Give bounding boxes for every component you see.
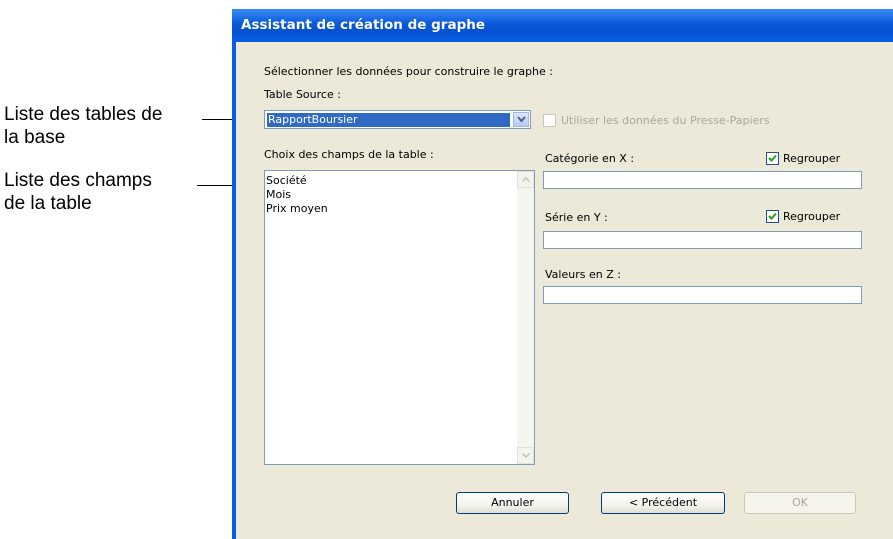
instruction-text: Sélectionner les données pour construire…	[264, 65, 554, 78]
category-x-label: Catégorie en X :	[545, 152, 635, 165]
list-item[interactable]: Société	[266, 174, 307, 188]
series-y-field[interactable]	[543, 231, 862, 249]
annotation-fields-line1: Liste des champs	[4, 170, 152, 191]
category-group-checkbox[interactable]	[766, 152, 779, 165]
window-frame-left	[232, 42, 236, 539]
ok-button[interactable]: OK	[744, 492, 856, 514]
fields-scrollbar[interactable]	[517, 171, 534, 464]
table-source-combo[interactable]: RapportBoursier	[264, 110, 531, 129]
title-bar[interactable]: Assistant de création de graphe	[232, 9, 893, 42]
values-z-field[interactable]	[543, 286, 862, 304]
category-x-field[interactable]	[543, 171, 862, 189]
annotation-tables: Liste des tables de la base	[4, 103, 162, 149]
series-group-checkbox[interactable]	[766, 210, 779, 223]
clipboard-label: Utiliser les données du Presse-Papiers	[561, 114, 770, 127]
annotation-fields-line2: de la table	[4, 193, 92, 214]
category-group-label: Regrouper	[783, 152, 841, 165]
annotation-tables-line2: la base	[4, 127, 66, 148]
scroll-down-button[interactable]	[517, 447, 534, 464]
scroll-up-button[interactable]	[517, 171, 534, 188]
clipboard-checkbox[interactable]	[543, 114, 556, 127]
previous-button[interactable]: < Précédent	[601, 492, 725, 514]
table-source-label: Table Source :	[264, 88, 341, 101]
values-z-label: Valeurs en Z :	[545, 268, 621, 281]
combo-dropdown-button[interactable]	[513, 112, 529, 127]
fields-listbox[interactable]: Société Mois Prix moyen	[264, 170, 535, 465]
graph-wizard-dialog: Assistant de création de graphe Sélectio…	[232, 9, 893, 539]
table-source-value: RapportBoursier	[266, 112, 511, 128]
dialog-title: Assistant de création de graphe	[241, 17, 486, 33]
annotation-tables-line1: Liste des tables de	[4, 104, 163, 125]
list-item[interactable]: Prix moyen	[266, 202, 328, 216]
annotation-fields: Liste des champs de la table	[4, 169, 152, 215]
fields-list-label: Choix des champs de la table :	[264, 148, 434, 161]
series-y-label: Série en Y :	[545, 211, 608, 224]
list-item[interactable]: Mois	[266, 188, 291, 202]
cancel-button[interactable]: Annuler	[456, 492, 569, 514]
series-group-label: Regrouper	[783, 210, 841, 223]
